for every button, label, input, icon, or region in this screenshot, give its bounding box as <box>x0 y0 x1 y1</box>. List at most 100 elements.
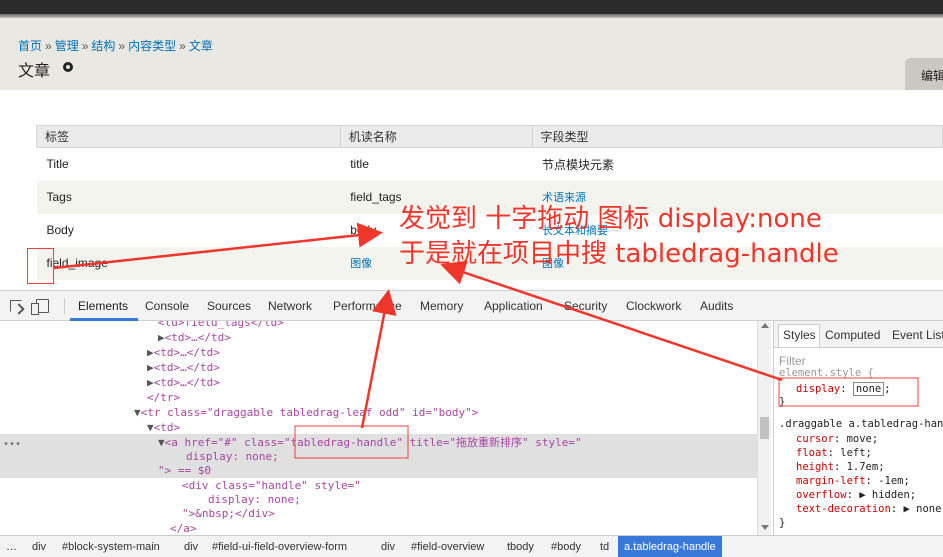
gear-icon[interactable] <box>63 62 73 72</box>
dom-crumb[interactable]: tbody <box>507 541 534 553</box>
dom-node[interactable]: ">&nbsp;</div> <box>182 506 275 521</box>
dom-node-selected[interactable]: ▼<a href="#" class="tabledrag-handle" ti… <box>158 435 582 450</box>
css-rule-close: } <box>779 517 786 529</box>
tab-application[interactable]: Application <box>484 299 543 313</box>
tab-elements[interactable]: Elements <box>78 299 128 313</box>
device-toolbar-icon[interactable] <box>31 299 49 315</box>
dom-crumb[interactable]: … <box>6 541 17 553</box>
styles-filter-input[interactable]: Filter <box>779 354 806 368</box>
tab-edit[interactable]: 编辑 <box>905 58 943 90</box>
css-property[interactable]: float <box>796 447 828 459</box>
scrollbar-thumb[interactable] <box>760 417 769 439</box>
field-label: Body <box>36 213 341 247</box>
expand-arrow-icon[interactable]: ▶ <box>158 331 165 344</box>
tab-computed[interactable]: Computed <box>825 328 880 342</box>
expand-arrow-icon[interactable]: ▶ <box>147 376 154 389</box>
styles-tab-bar: Styles Computed Event Listeners <box>774 321 943 348</box>
inspect-element-icon[interactable] <box>10 300 22 312</box>
css-value[interactable]: none <box>852 382 885 396</box>
css-property[interactable]: display <box>796 383 840 395</box>
dom-node[interactable]: ▶<td>…</td> <box>147 360 220 375</box>
css-declaration[interactable]: height: 1.7em; <box>796 461 885 473</box>
css-value[interactable]: left; <box>840 447 872 459</box>
node-actions-icon[interactable]: ••• <box>3 439 21 450</box>
css-declaration[interactable]: display: none; <box>796 382 891 396</box>
css-value[interactable]: -1em; <box>878 475 910 487</box>
css-value[interactable]: ▶ hidden; <box>859 489 916 501</box>
dom-node[interactable]: ▶<td>…</td> <box>147 375 220 390</box>
breadcrumb-separator: » <box>179 39 186 53</box>
tab-audits[interactable]: Audits <box>700 299 733 313</box>
dom-node[interactable]: <td>field_tags</td> <box>158 321 284 330</box>
elements-scrollbar[interactable] <box>757 321 771 535</box>
css-property[interactable]: overflow <box>796 489 847 501</box>
tab-memory[interactable]: Memory <box>420 299 463 313</box>
toolbar-divider <box>64 298 65 314</box>
dom-node[interactable]: display: none; <box>186 449 279 464</box>
collapse-arrow-icon[interactable]: ▼ <box>134 406 141 419</box>
tab-sources[interactable]: Sources <box>207 299 251 313</box>
field-machine-name-link[interactable]: 图像 <box>350 258 372 270</box>
css-declaration[interactable]: margin-left: -1em; <box>796 475 910 487</box>
css-declaration[interactable]: overflow: ▶ hidden; <box>796 489 916 501</box>
tab-console[interactable]: Console <box>145 299 189 313</box>
dom-crumb-selected[interactable]: a.tabledrag-handle <box>618 536 722 557</box>
devtools-panel: Elements Console Sources Network Perform… <box>0 290 943 557</box>
scroll-down-icon[interactable] <box>761 525 769 530</box>
breadcrumb-home[interactable]: 首页 <box>18 39 42 53</box>
css-property[interactable]: cursor <box>796 433 834 445</box>
css-value[interactable]: 1.7em; <box>847 461 885 473</box>
breadcrumb-article[interactable]: 文章 <box>189 39 213 53</box>
field-label: Title <box>36 147 341 181</box>
breadcrumb-structure[interactable]: 结构 <box>91 39 115 53</box>
dom-node[interactable]: "> == $0 <box>158 463 211 478</box>
dom-crumb[interactable]: #block-system-main <box>62 541 160 553</box>
dom-node[interactable]: </a> <box>170 521 197 535</box>
dom-crumb[interactable]: td <box>600 541 609 553</box>
css-declaration[interactable]: float: left; <box>796 447 872 459</box>
dom-node[interactable]: ▶<td>…</td> <box>147 345 220 360</box>
dom-node[interactable]: ▶<td>…</td> <box>158 330 231 345</box>
dom-crumb[interactable]: #field-overview <box>411 541 484 553</box>
css-property[interactable]: margin-left <box>796 475 866 487</box>
dom-node[interactable]: display: none; <box>208 492 301 507</box>
collapse-arrow-icon[interactable]: ▼ <box>158 436 165 449</box>
field-label: field_image <box>36 246 341 280</box>
dom-node-text: <td> <box>153 421 181 434</box>
element-style-selector: element.style { <box>779 367 874 379</box>
annotation-highlight-box <box>27 248 54 284</box>
dom-crumb[interactable]: #body <box>551 541 581 553</box>
tab-security[interactable]: Security <box>564 299 607 313</box>
tab-performance[interactable]: Performance <box>333 299 402 313</box>
dom-crumb[interactable]: div <box>32 541 46 553</box>
css-declaration[interactable]: cursor: move; <box>796 433 878 445</box>
expand-arrow-icon[interactable]: ▶ <box>147 346 154 359</box>
dom-crumb[interactable]: #field-ui-field-overview-form <box>212 541 347 553</box>
scroll-up-icon[interactable] <box>761 323 769 328</box>
breadcrumb-admin[interactable]: 管理 <box>55 39 79 53</box>
breadcrumb-separator: » <box>45 39 52 53</box>
dom-node[interactable]: </tr> <box>147 390 180 405</box>
expand-arrow-icon[interactable]: ▶ <box>147 361 154 374</box>
css-rule-close: } <box>779 396 786 408</box>
tab-network[interactable]: Network <box>268 299 312 313</box>
dom-node[interactable]: ▼<tr class="draggable tabledrag-leaf odd… <box>134 405 478 420</box>
tab-clockwork[interactable]: Clockwork <box>626 299 681 313</box>
breadcrumb-content-types[interactable]: 内容类型 <box>128 39 176 53</box>
field-type: 节点模块元素 <box>532 147 943 181</box>
annotation-line-1: 发觉到 十字拖动 图标 display:none <box>399 204 822 234</box>
dom-crumb[interactable]: div <box>184 541 198 553</box>
css-property[interactable]: text-decoration <box>796 503 891 515</box>
css-property[interactable]: height <box>796 461 834 473</box>
css-declaration[interactable]: text-decoration: ▶ none; <box>796 503 943 515</box>
dom-node[interactable]: ▼<td> <box>147 420 180 435</box>
tab-event-listeners[interactable]: Event Listeners <box>892 328 943 342</box>
dom-crumb[interactable]: div <box>381 541 395 553</box>
css-value[interactable]: move; <box>847 433 879 445</box>
dom-node-text: <tr class="draggable tabledrag-leaf odd"… <box>140 406 479 419</box>
collapse-arrow-icon[interactable]: ▼ <box>147 421 154 434</box>
page-title: 文章 <box>18 63 51 80</box>
css-value[interactable]: ▶ none; <box>903 503 943 515</box>
dom-node[interactable]: <div class="handle" style=" <box>182 478 361 493</box>
tab-styles[interactable]: Styles <box>778 324 820 347</box>
